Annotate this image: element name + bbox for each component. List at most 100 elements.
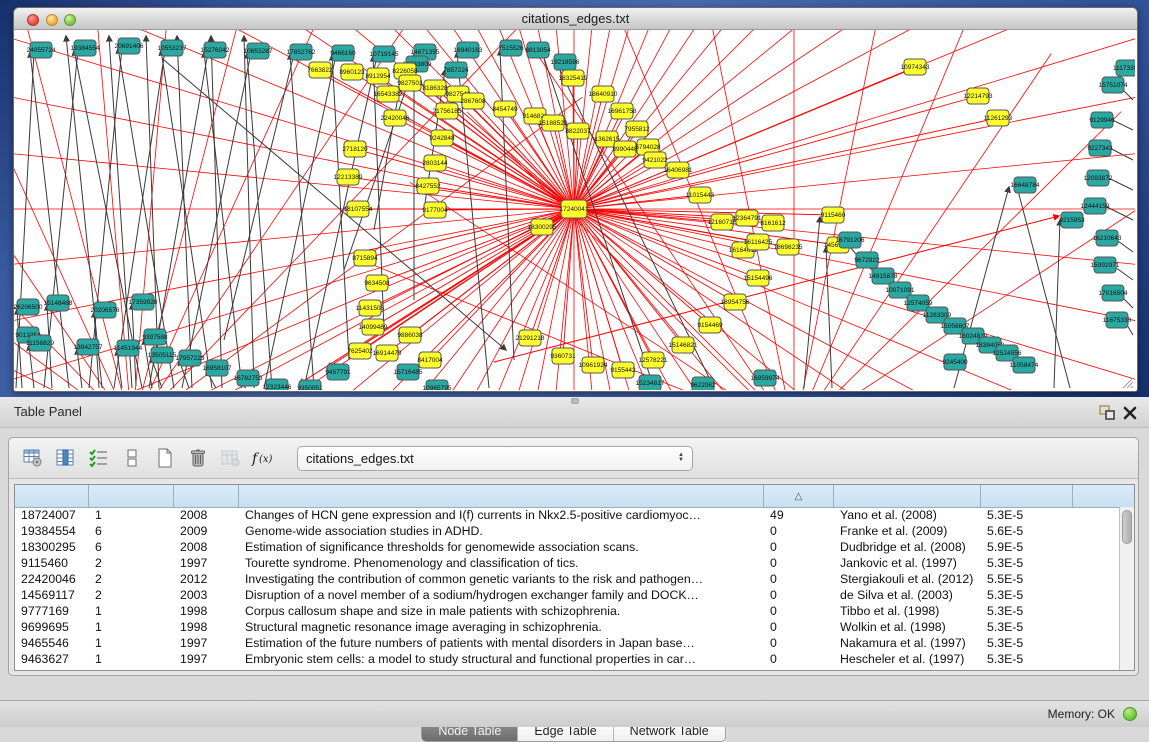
network-canvas[interactable]: 2405572419384554206914061055323715276042…: [14, 30, 1135, 390]
table-cell: 2: [89, 555, 174, 571]
vertical-scrollbar[interactable]: [1119, 507, 1134, 670]
graph-node-label: 8960123: [339, 69, 365, 76]
graph-node-label: 16406981: [664, 167, 693, 174]
dropdown-arrows-icon: ▲▼: [678, 453, 684, 463]
table-cell: 0: [764, 571, 834, 587]
column-header-year[interactable]: [174, 485, 239, 507]
graph-node-label: 10071091: [886, 287, 915, 294]
graph-node-label: 18300295: [528, 224, 557, 231]
table-row[interactable]: 946362711997Embryonic stem cells: a mode…: [15, 651, 1119, 667]
red-edge: [574, 30, 1135, 209]
network-window[interactable]: citations_edges.txt 24055724193845542069…: [13, 7, 1138, 392]
black-edge: [161, 50, 212, 388]
graph-node-label: 15148488: [44, 300, 73, 307]
table-cell: 5.3E-5: [981, 587, 1073, 603]
graph-node-label: 2867608: [460, 98, 486, 105]
column-header-name[interactable]: [15, 485, 89, 507]
column-header-short[interactable]: [834, 485, 981, 507]
float-window-icon[interactable]: [1099, 405, 1115, 420]
table-cell: Yano et al. (2008): [834, 507, 981, 523]
table-mode-button[interactable]: [19, 445, 47, 471]
graph-node-label: 2803144: [422, 160, 448, 167]
split-divider-handle[interactable]: [571, 398, 579, 404]
table-cell: Embryonic stem cells: a model to study s…: [239, 651, 764, 667]
graph-node-label: 26206500: [14, 304, 43, 311]
black-edge: [109, 36, 132, 388]
black-edge: [211, 36, 222, 388]
graph-node-label: 18325419: [559, 75, 588, 82]
table-row[interactable]: 911546021997Tourette syndrome. Phenomeno…: [15, 555, 1119, 571]
select-all-button[interactable]: [85, 445, 113, 471]
table-cell: 6: [89, 523, 174, 539]
graph-node-label: 15992971: [1091, 262, 1120, 269]
graph-node-label: 9129946: [1089, 117, 1115, 124]
delete-column-icon: [188, 448, 208, 468]
graph-node-label: 16958107: [203, 365, 232, 372]
table-cell: 1: [89, 507, 174, 523]
table-cell: 2009: [174, 523, 239, 539]
graph-node-label: 8161612: [760, 220, 786, 227]
close-icon[interactable]: [1123, 405, 1137, 420]
graph-node-label: 15751074: [1099, 82, 1128, 89]
graph-node-label: 11261293: [984, 115, 1013, 122]
delete-column-button[interactable]: [184, 445, 212, 471]
graph-node-label: 7515526: [498, 45, 524, 52]
table-row[interactable]: 1872400712008Changes of HCN gene express…: [15, 507, 1119, 523]
table-cell: Genome-wide association studies in ADHD.: [239, 523, 764, 539]
graph-node-label: 9227343: [1087, 145, 1113, 152]
table-row[interactable]: 2242004622012Investigating the contribut…: [15, 571, 1119, 587]
resize-grip[interactable]: [1120, 375, 1134, 389]
graph-node-label: 12364791: [733, 215, 762, 222]
graph-node-label: 21291218: [516, 335, 545, 342]
graph-node-label: 18640910: [589, 91, 618, 98]
table-cell: 1997: [174, 555, 239, 571]
table-cell: 1998: [174, 619, 239, 635]
graph-node-label: 11156829: [26, 340, 54, 347]
graph-node-label: 17359928: [129, 299, 158, 306]
graph-node-label: 20691406: [115, 43, 144, 50]
graph-node-label: 18698235: [774, 244, 803, 251]
table-row[interactable]: 977716911998Corpus callosum shape and si…: [15, 603, 1119, 619]
column-header-in_degree[interactable]: [89, 485, 174, 507]
graph-node-label: 9421022: [642, 157, 668, 164]
column-visibility-button[interactable]: [52, 445, 80, 471]
table-row[interactable]: 969969511998Structural magnetic resonanc…: [15, 619, 1119, 635]
table-cell: 5.3E-5: [981, 635, 1073, 651]
new-column-button[interactable]: [151, 445, 179, 471]
graph-node-label: 9177004: [422, 207, 448, 214]
black-edge: [290, 54, 314, 388]
import-table-button: [217, 445, 245, 471]
table-row[interactable]: 1830029562008Estimation of significance …: [15, 539, 1119, 555]
function-builder-button[interactable]: f(x): [250, 445, 278, 471]
table-body: 1872400712008Changes of HCN gene express…: [15, 507, 1119, 670]
network-window-titlebar[interactable]: citations_edges.txt: [14, 8, 1137, 30]
graph-node-label: 16782753: [234, 375, 263, 382]
rows-button[interactable]: [118, 445, 146, 471]
graph-node-label: 8715894: [352, 255, 378, 262]
column-header-out_de[interactable]: △: [764, 485, 834, 507]
table-cell: 22420046: [15, 571, 89, 587]
graph-node-label: 9466160: [330, 50, 356, 57]
red-edge: [574, 30, 1135, 209]
table-row[interactable]: 946554611997Estimation of the future num…: [15, 635, 1119, 651]
graph-node-label: 9215953: [1059, 217, 1085, 224]
table-cell: 1998: [174, 603, 239, 619]
memory-status-indicator: [1123, 707, 1137, 721]
column-header-pagerank[interactable]: [981, 485, 1073, 507]
table-cell: Stergiakouli et al. (2012): [834, 571, 981, 587]
graph-node-label: 10653287: [244, 48, 273, 55]
table-cell: Estimation of significance thresholds fo…: [239, 539, 764, 555]
graph-node-label: 9634508: [364, 280, 390, 287]
table-cell: Tibbo et al. (1998): [834, 603, 981, 619]
graph-node-label: 15716485: [394, 369, 423, 376]
scrollbar-thumb[interactable]: [1122, 510, 1132, 544]
sort-ascending-icon: △: [795, 491, 803, 502]
table-selector-dropdown[interactable]: citations_edges.txt ▲▼: [297, 446, 693, 471]
column-header-title[interactable]: [239, 485, 764, 507]
table-cell: 2008: [174, 507, 239, 523]
table-cell: 5.3E-5: [981, 555, 1073, 571]
table-row[interactable]: 1456911722003Disruption of a novel membe…: [15, 587, 1119, 603]
table-row[interactable]: 1938455462009Genome-wide association stu…: [15, 523, 1119, 539]
graph-node-label: 9242848: [429, 135, 455, 142]
graph-node-label: 15154496: [744, 275, 773, 282]
